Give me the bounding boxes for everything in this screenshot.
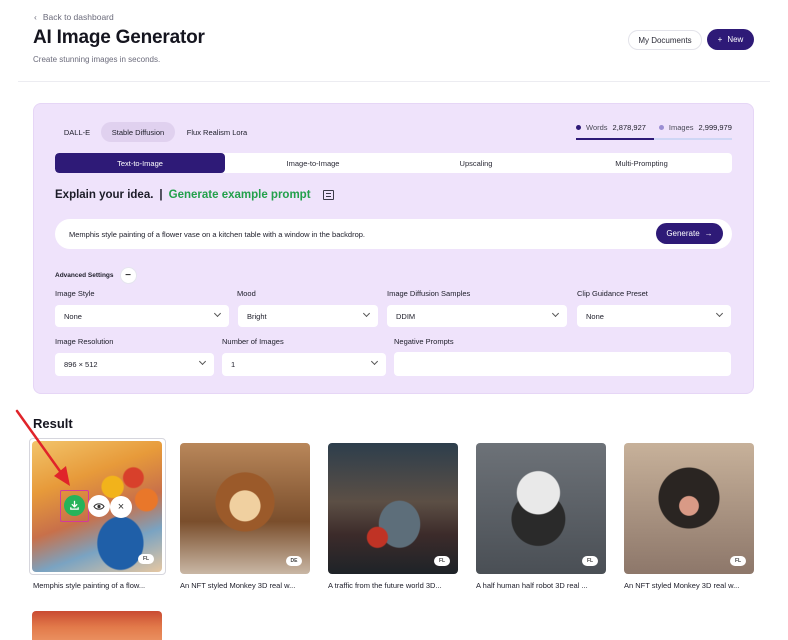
annotation-arrow [15, 409, 70, 486]
annotation-arrow-shaft [15, 409, 64, 476]
annotation-arrow-head [54, 466, 70, 486]
